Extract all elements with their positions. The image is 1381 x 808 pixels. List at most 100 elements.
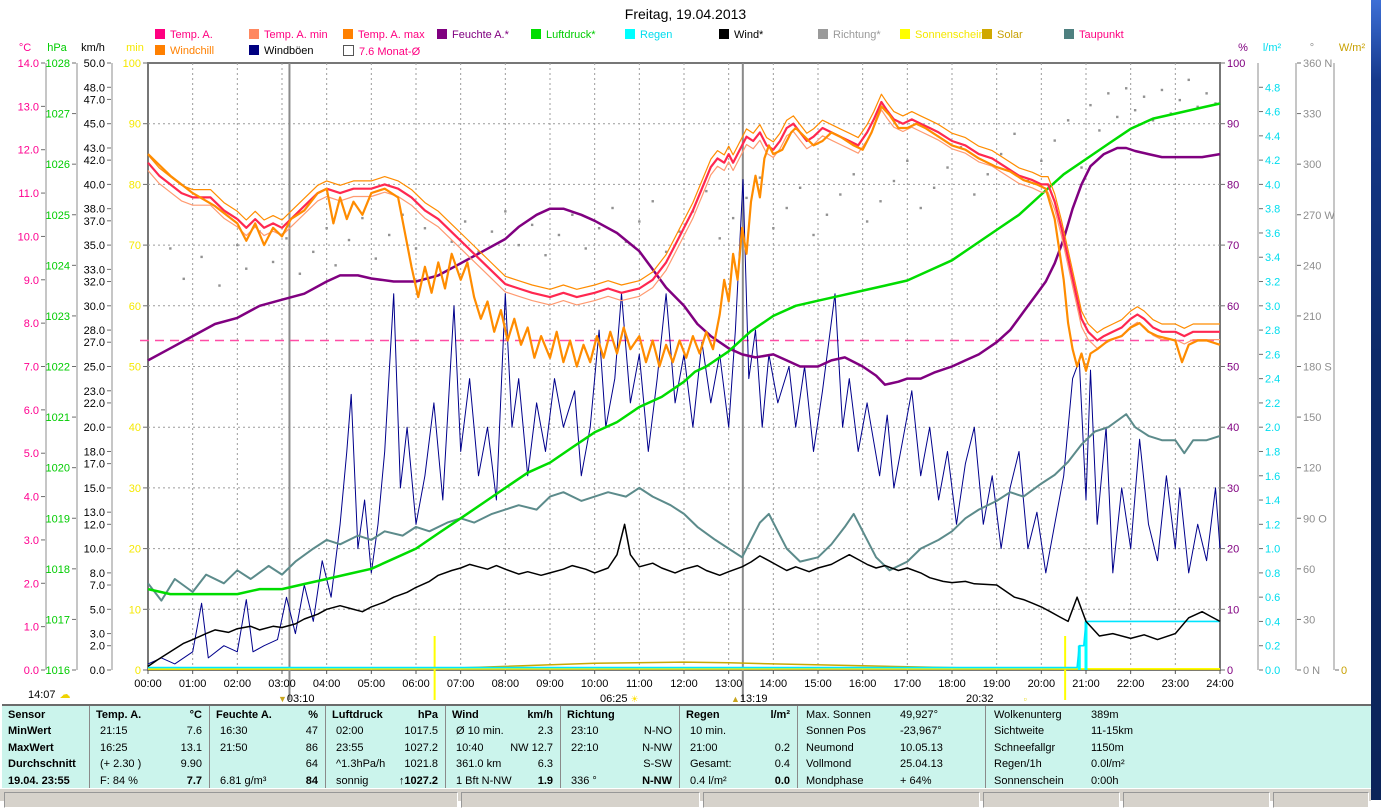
axis-min-tick-label: 50 [129, 362, 141, 374]
cell-value: 1027.2 [404, 741, 438, 754]
series-richtung-dot [298, 272, 302, 275]
series-richtung-dot [932, 186, 936, 189]
axis-kmh-tick-label: 25.0 [84, 362, 105, 374]
cell-info: sonnig [336, 774, 369, 787]
axis-kmh-tick-label: 33.0 [84, 264, 105, 276]
sunrise-icon: ☀ [630, 694, 639, 704]
series-richtung-dot [839, 193, 842, 196]
column-header: Richtung [567, 709, 615, 721]
axis-kmh-tick-label: 17.0 [84, 459, 105, 471]
cell-value: 1017.5 [404, 725, 438, 738]
series-richtung-dot [785, 206, 788, 210]
column-header: Regen [686, 709, 720, 721]
x-axis-label: 10:00 [581, 678, 609, 690]
axis-hpa-header: hPa [47, 42, 67, 54]
axis-min-tick-label: 40 [129, 422, 141, 434]
axis-lm2-tick-label: 0.8 [1265, 568, 1280, 580]
cell-value: 0.2 [774, 741, 790, 754]
x-axis-label: 20:00 [1028, 678, 1056, 690]
series-richtung-dot [812, 233, 815, 237]
axis-kmh-tick-label: 23.0 [84, 386, 105, 398]
axis-lm2-tick-label: 0.6 [1265, 592, 1280, 604]
weather-chart-plot[interactable]: 14.013.012.011.010.09.08.07.06.05.04.03.… [0, 0, 1381, 800]
axis-kmh-tick-label: 10.0 [84, 544, 105, 556]
axis-hpa-tick-label: 1019 [46, 513, 70, 525]
axis-kmh-tick-label: 3.0 [90, 629, 105, 641]
axis-min-tick-label: 80 [129, 179, 141, 191]
series-richtung-dot [718, 237, 721, 240]
series-richtung-dot [1142, 95, 1146, 98]
info-label: Sichtweite [994, 725, 1045, 738]
series-richtung-dot [651, 200, 654, 203]
status-bar-cell [703, 792, 980, 808]
cell-value: 1.9 [537, 774, 553, 787]
axis-lm2-tick-label: 4.2 [1265, 155, 1280, 167]
info-label: Max. Sonnen [806, 709, 871, 721]
cell-info: 6.81 g/m³ [220, 774, 267, 787]
column-header: Wind [452, 709, 479, 721]
series-richtung-dot [999, 152, 1003, 156]
x-axis-label: 11:00 [626, 678, 653, 690]
series-richtung-dot [892, 179, 896, 183]
series-richtung-dot [1040, 159, 1043, 162]
moon-note-time: 14:07 [28, 689, 56, 701]
x-axis-label: 18:00 [938, 678, 966, 690]
column-unit: hPa [417, 709, 438, 721]
axis-lm2-tick-label: 2.2 [1265, 398, 1280, 410]
column-unit: km/h [527, 709, 553, 721]
cell-info: F: 84 % [100, 774, 138, 787]
x-axis-label: 22:00 [1117, 678, 1145, 690]
axis-pct-tick-label: 30 [1227, 483, 1239, 495]
axis-lm2-tick-label: 4.4 [1265, 131, 1280, 143]
info-label: Mondphase [806, 774, 864, 787]
series-richtung-dot [1116, 115, 1119, 119]
series-richtung-dot [200, 255, 203, 259]
axis-kmh-tick-label: 42.0 [84, 155, 105, 167]
stats-table: Sensor MinWert MaxWert Durchschnitt 19.04. 2… [2, 704, 1371, 790]
axis-kmh-tick-label: 13.0 [84, 507, 105, 519]
axis-deg-header: ° [1310, 42, 1314, 54]
info-value: + 64% [900, 774, 932, 787]
cell-info: 23:55 [336, 741, 364, 754]
axis-kmh-tick-label: 7.0 [90, 580, 105, 592]
axis-lm2-tick-label: 2.6 [1265, 349, 1280, 361]
cell-value: 47 [305, 725, 318, 738]
series-richtung-dot [597, 227, 601, 230]
axis-kmh-tick-label: 27.0 [84, 337, 105, 349]
info-label: Sonnen Pos [806, 725, 866, 738]
axis-kmh-tick-label: 40.0 [84, 179, 105, 191]
axis-kmh-tick-label: 8.0 [90, 568, 105, 580]
series-richtung-dot [1125, 87, 1128, 90]
status-bar-cell [1273, 792, 1369, 808]
series-richtung-dot [571, 213, 574, 216]
axis-deg-tick-label: 210 [1303, 311, 1321, 323]
series-richtung-dot [463, 220, 467, 223]
axis-lm2-tick-label: 3.4 [1265, 252, 1280, 264]
axis-deg-tick-label: 270 W [1303, 210, 1335, 222]
axis-kmh-tick-label: 0.0 [90, 665, 105, 677]
axis-pct-tick-label: 90 [1227, 119, 1239, 131]
axis-wm2-tick-label: 0 [1341, 665, 1347, 677]
axis-lm2-tick-label: 4.8 [1265, 82, 1280, 94]
info-label: Sonnenschein [994, 774, 1064, 787]
series-richtung-dot [745, 196, 748, 200]
axis-deg-tick-label: 360 N [1303, 58, 1332, 70]
series-richtung-dot [388, 233, 391, 237]
axis-deg-tick-label: 150 [1303, 412, 1321, 424]
info-value: 25.04.13 [900, 758, 943, 771]
series-richtung-dot [1187, 78, 1190, 82]
axis-kmh-tick-label: 45.0 [84, 119, 105, 131]
series-richtung-dot [1107, 92, 1110, 95]
info-label: Neumond [806, 741, 854, 754]
axis-lm2-tick-label: 1.4 [1265, 495, 1280, 507]
column-header: Temp. A. [96, 709, 142, 721]
cell-value: 13.1 [180, 741, 202, 754]
axis-lm2-tick-label: 1.2 [1265, 519, 1280, 531]
moonrise-icon: ▲ [731, 694, 740, 704]
cell-value: 9.90 [180, 758, 202, 771]
x-axis-label: 00:00 [134, 678, 162, 690]
table-column-wind: Wind km/h Ø 10 min. 2.3 10:40 NW 12.7 361.0 km… [445, 706, 560, 790]
series-richtung-dot [517, 243, 520, 247]
axis-temp-c-tick-label: 7.0 [24, 362, 39, 374]
series-richtung-dot [772, 227, 775, 230]
